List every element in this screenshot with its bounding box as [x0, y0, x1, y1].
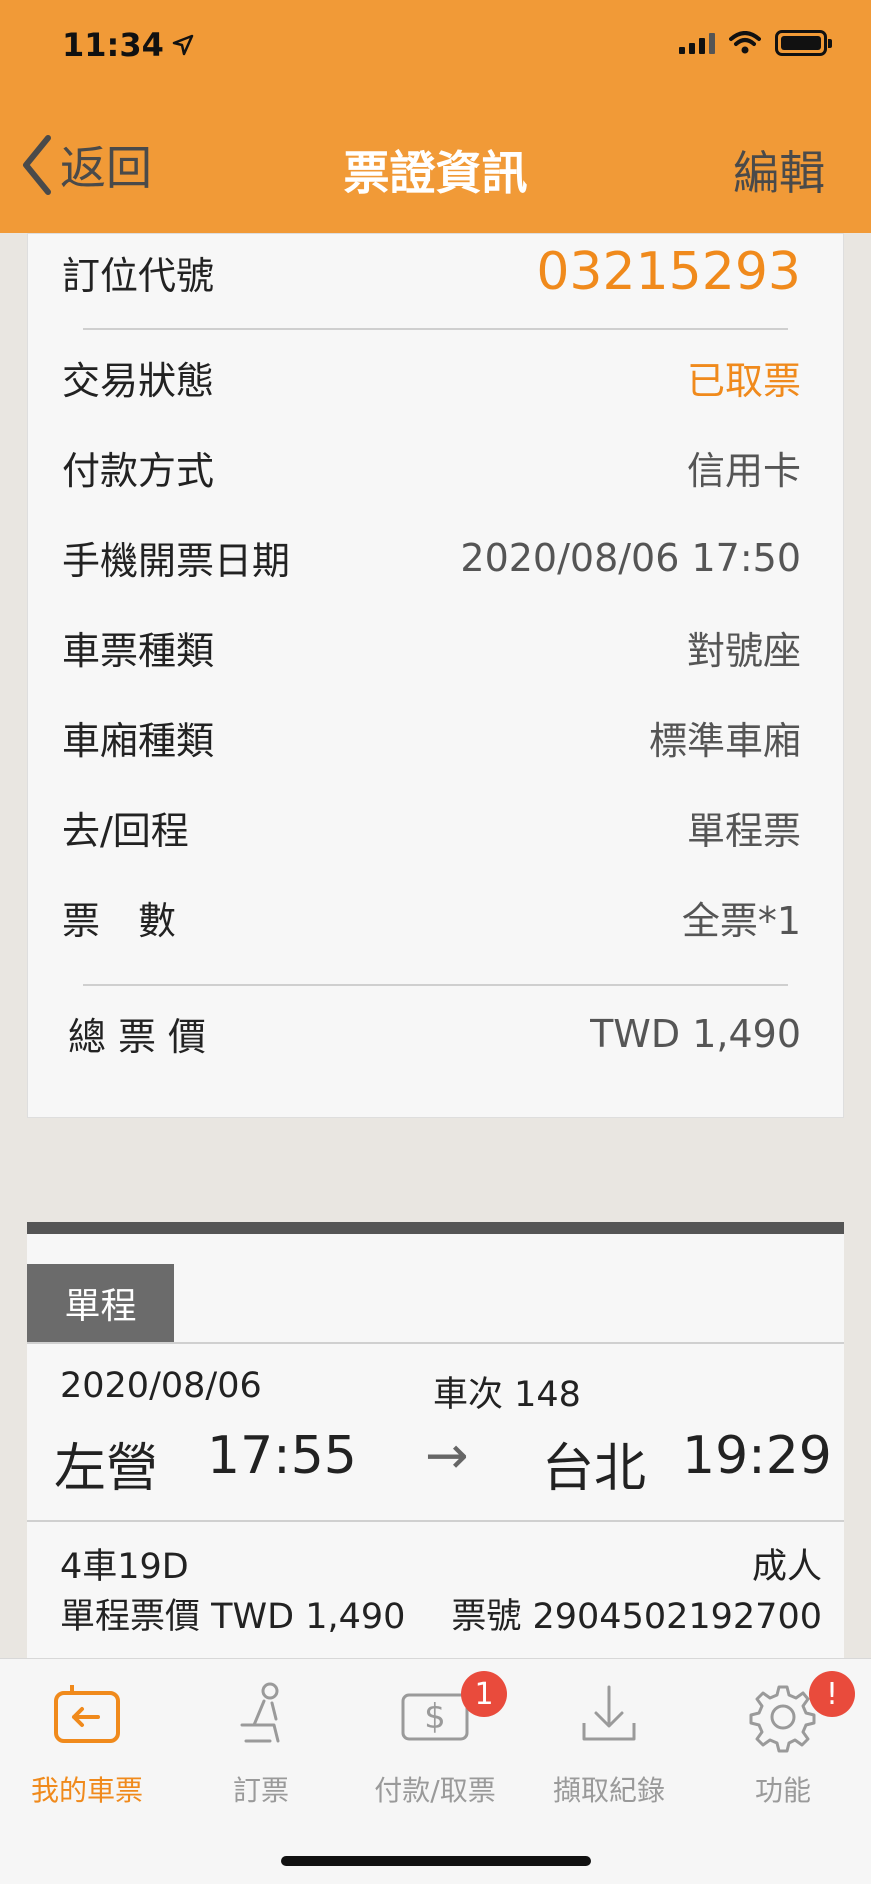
my-ticket-icon	[54, 1685, 120, 1743]
info-row-ticket-count: 票 數 全票*1	[62, 890, 801, 945]
tab-label: 功能	[754, 1774, 811, 1807]
cellular-signal-icon	[679, 32, 715, 54]
tab-payment[interactable]: $ 付款/取票 1	[348, 1671, 522, 1819]
tab-label: 付款/取票	[374, 1774, 496, 1807]
info-row-status: 交易狀態 已取票	[62, 350, 801, 405]
divider	[27, 1342, 844, 1344]
home-indicator[interactable]	[281, 1856, 591, 1866]
info-row-label: 車票種類	[62, 629, 215, 673]
divider	[83, 984, 788, 986]
info-row-value: 2020/08/06 17:50	[460, 535, 801, 580]
total-price-value: TWD 1,490	[590, 1011, 801, 1056]
info-row-value: 已取票	[686, 359, 801, 403]
arrival-time: 19:29	[682, 1426, 832, 1486]
journey-type-tab: 單程	[27, 1264, 174, 1342]
info-row-label: 車廂種類	[62, 719, 215, 763]
fare: 單程票價 TWD 1,490	[60, 1597, 406, 1637]
info-row-value: 全票*1	[681, 899, 801, 943]
info-row-label: 去/回程	[62, 809, 189, 853]
ticket-info-card: 訂位代號 03215293 交易狀態 已取票 付款方式 信用卡 手機開票日期 2…	[27, 233, 844, 1118]
tab-label: 我的車票	[30, 1774, 143, 1807]
info-row-payment: 付款方式 信用卡	[62, 440, 801, 495]
svg-text:$: $	[424, 1697, 446, 1737]
booking-code-label: 訂位代號	[62, 253, 215, 298]
info-row-label: 票 數	[62, 899, 177, 943]
info-row-car-type: 車廂種類 標準車廂	[62, 710, 801, 765]
seat-icon	[240, 1682, 280, 1743]
tab-label: 擷取紀錄	[552, 1774, 665, 1807]
tab-retrieve-records[interactable]: 擷取紀錄	[522, 1679, 696, 1819]
tab-booking[interactable]: 訂票	[174, 1679, 348, 1819]
info-row-value: 單程票	[686, 809, 801, 853]
bottom-tab-bar: 我的車票 訂票 $ 付款/取票 1 擷取紀錄 功能 !	[0, 1658, 871, 1884]
ticket-number: 票號 2904502192700	[451, 1597, 822, 1637]
notification-badge: 1	[461, 1671, 507, 1717]
divider	[83, 328, 788, 330]
info-row-issue-date: 手機開票日期 2020/08/06 17:50	[62, 530, 801, 585]
tab-my-tickets[interactable]: 我的車票	[0, 1679, 174, 1819]
booking-code-row: 訂位代號 03215293	[62, 242, 801, 302]
info-row-value: 標準車廂	[648, 719, 801, 763]
total-price-row: 總票價 TWD 1,490	[68, 1006, 801, 1061]
info-row-label: 交易狀態	[62, 359, 215, 403]
arrival-station: 台北	[542, 1439, 647, 1499]
journey-card: 單程 2020/08/06 車次 148 左營 17:55 → 台北 19:29…	[27, 1222, 844, 1672]
status-time-text: 11:34	[62, 26, 164, 64]
info-row-value: 信用卡	[686, 449, 801, 493]
location-arrow-icon	[172, 34, 194, 56]
arrow-right-icon: →	[425, 1426, 469, 1486]
battery-icon	[775, 30, 832, 56]
total-price-label: 總票價	[68, 1015, 219, 1059]
alert-badge: !	[809, 1671, 855, 1717]
status-indicators	[679, 30, 832, 56]
departure-station: 左營	[54, 1439, 159, 1499]
edit-button[interactable]: 編輯	[733, 137, 825, 203]
tab-functions[interactable]: 功能 !	[696, 1671, 870, 1819]
download-icon	[582, 1685, 636, 1741]
train-number: 車次 148	[433, 1375, 581, 1415]
booking-code-value: 03215293	[536, 242, 801, 302]
info-row-value: 對號座	[686, 629, 801, 673]
status-time: 11:34	[62, 26, 194, 64]
wifi-icon	[729, 31, 761, 54]
info-row-label: 付款方式	[62, 449, 215, 493]
departure-time: 17:55	[207, 1426, 357, 1486]
info-row-label: 手機開票日期	[62, 539, 291, 583]
info-row-ticket-type: 車票種類 對號座	[62, 620, 801, 675]
passenger-type: 成人	[751, 1547, 822, 1587]
divider	[27, 1520, 844, 1522]
info-row-trip-type: 去/回程 單程票	[62, 800, 801, 855]
seat-number: 4車19D	[60, 1547, 189, 1587]
tab-label: 訂票	[232, 1774, 289, 1807]
journey-date: 2020/08/06	[60, 1366, 262, 1406]
top-bar: 11:34 返回 票證資訊 編輯	[0, 0, 871, 233]
